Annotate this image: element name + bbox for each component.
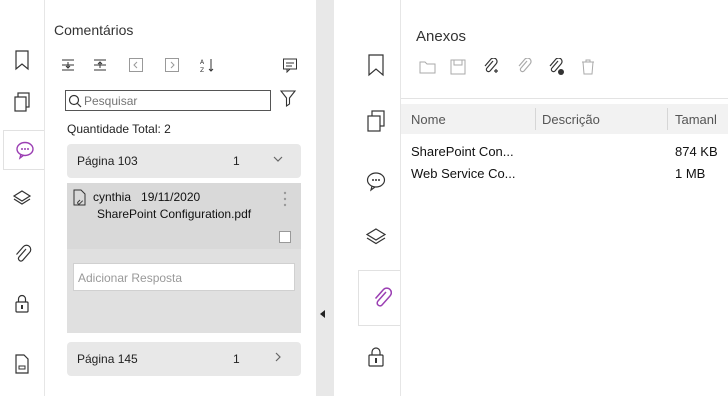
comment-header: cynthia 19/11/2020 SharePoint Configurat…: [67, 183, 301, 249]
comments-panel: Comentários AZ Quantidade Total: 2 Págin…: [44, 0, 306, 396]
delete-icon[interactable]: [577, 56, 599, 78]
search-field[interactable]: [84, 93, 264, 108]
file-attachment-icon: [73, 189, 86, 206]
collapse-arrow-icon[interactable]: [320, 310, 325, 318]
attachments-toolbar: [417, 56, 617, 80]
column-header-size[interactable]: Tamanl: [675, 112, 717, 127]
bookmark-icon[interactable]: [356, 42, 396, 88]
panel-divider[interactable]: [316, 0, 334, 396]
collapse-all-icon[interactable]: [91, 56, 109, 74]
lock-icon[interactable]: [4, 284, 40, 324]
page-group-label: Página 145: [77, 352, 138, 366]
search-input[interactable]: [65, 90, 271, 111]
column-header-name[interactable]: Nome: [411, 112, 446, 127]
comments-icon[interactable]: [356, 158, 396, 204]
toolbar-divider: [401, 98, 728, 99]
comments-toolbar: AZ: [59, 56, 299, 76]
add-comment-icon[interactable]: [281, 56, 299, 74]
edit-attachment-icon[interactable]: [513, 56, 535, 78]
sort-icon[interactable]: AZ: [199, 56, 217, 74]
comments-icon[interactable]: [3, 130, 45, 170]
column-separator[interactable]: [667, 108, 668, 130]
page-group-145[interactable]: Página 145 1: [67, 342, 301, 376]
left-nav-rail: [0, 0, 45, 396]
reply-input[interactable]: Adicionar Resposta: [73, 263, 295, 291]
layers-icon[interactable]: [4, 178, 40, 218]
comment-card[interactable]: cynthia 19/11/2020 SharePoint Configurat…: [67, 183, 301, 333]
page-group-103[interactable]: Página 103 1: [67, 144, 301, 178]
right-nav-rail: [350, 0, 402, 396]
file-size: 874 KB: [675, 144, 718, 159]
more-options-icon[interactable]: [281, 189, 289, 209]
bookmark-icon[interactable]: [4, 40, 40, 80]
total-count: Quantidade Total: 2: [67, 122, 171, 136]
chevron-right-icon[interactable]: [271, 350, 285, 364]
attachment-settings-icon[interactable]: [545, 56, 567, 78]
svg-text:Z: Z: [200, 67, 204, 73]
panel-title: Anexos: [416, 28, 467, 45]
comment-filename: SharePoint Configuration.pdf: [97, 207, 252, 221]
search-icon: [68, 94, 82, 107]
svg-text:A: A: [200, 59, 205, 66]
pages-icon[interactable]: [356, 98, 396, 144]
page-group-count: 1: [233, 352, 240, 366]
expand-all-icon[interactable]: [59, 56, 77, 74]
table-row[interactable]: Web Service Co... 1 MB: [401, 164, 728, 186]
previous-icon[interactable]: [127, 56, 145, 74]
column-separator[interactable]: [535, 108, 536, 130]
filter-icon[interactable]: [279, 88, 297, 108]
column-header-description[interactable]: Descrição: [542, 112, 600, 127]
lock-icon[interactable]: [356, 334, 396, 380]
table-row[interactable]: SharePoint Con... 874 KB: [401, 142, 728, 164]
document-icon[interactable]: [4, 344, 40, 384]
layers-icon[interactable]: [356, 214, 396, 260]
file-size: 1 MB: [675, 166, 706, 181]
comment-author-date: cynthia 19/11/2020: [93, 190, 201, 204]
file-name: Web Service Co...: [411, 166, 516, 181]
attachments-panel: Anexos Nome Descrição Tamanl SharePoint …: [400, 0, 728, 396]
next-icon[interactable]: [163, 56, 181, 74]
attachment-icon[interactable]: [358, 270, 402, 326]
comment-checkbox[interactable]: [279, 231, 291, 243]
page-group-label: Página 103: [77, 154, 138, 168]
save-icon[interactable]: [447, 56, 469, 78]
attachment-icon[interactable]: [4, 234, 40, 274]
chevron-down-icon[interactable]: [271, 152, 285, 166]
open-folder-icon[interactable]: [417, 56, 439, 78]
file-name: SharePoint Con...: [411, 144, 514, 159]
table-header: Nome Descrição Tamanl: [401, 104, 728, 134]
page-group-count: 1: [233, 154, 240, 168]
add-attachment-icon[interactable]: [479, 56, 501, 78]
panel-title: Comentários: [54, 22, 134, 38]
pages-icon[interactable]: [4, 82, 40, 122]
